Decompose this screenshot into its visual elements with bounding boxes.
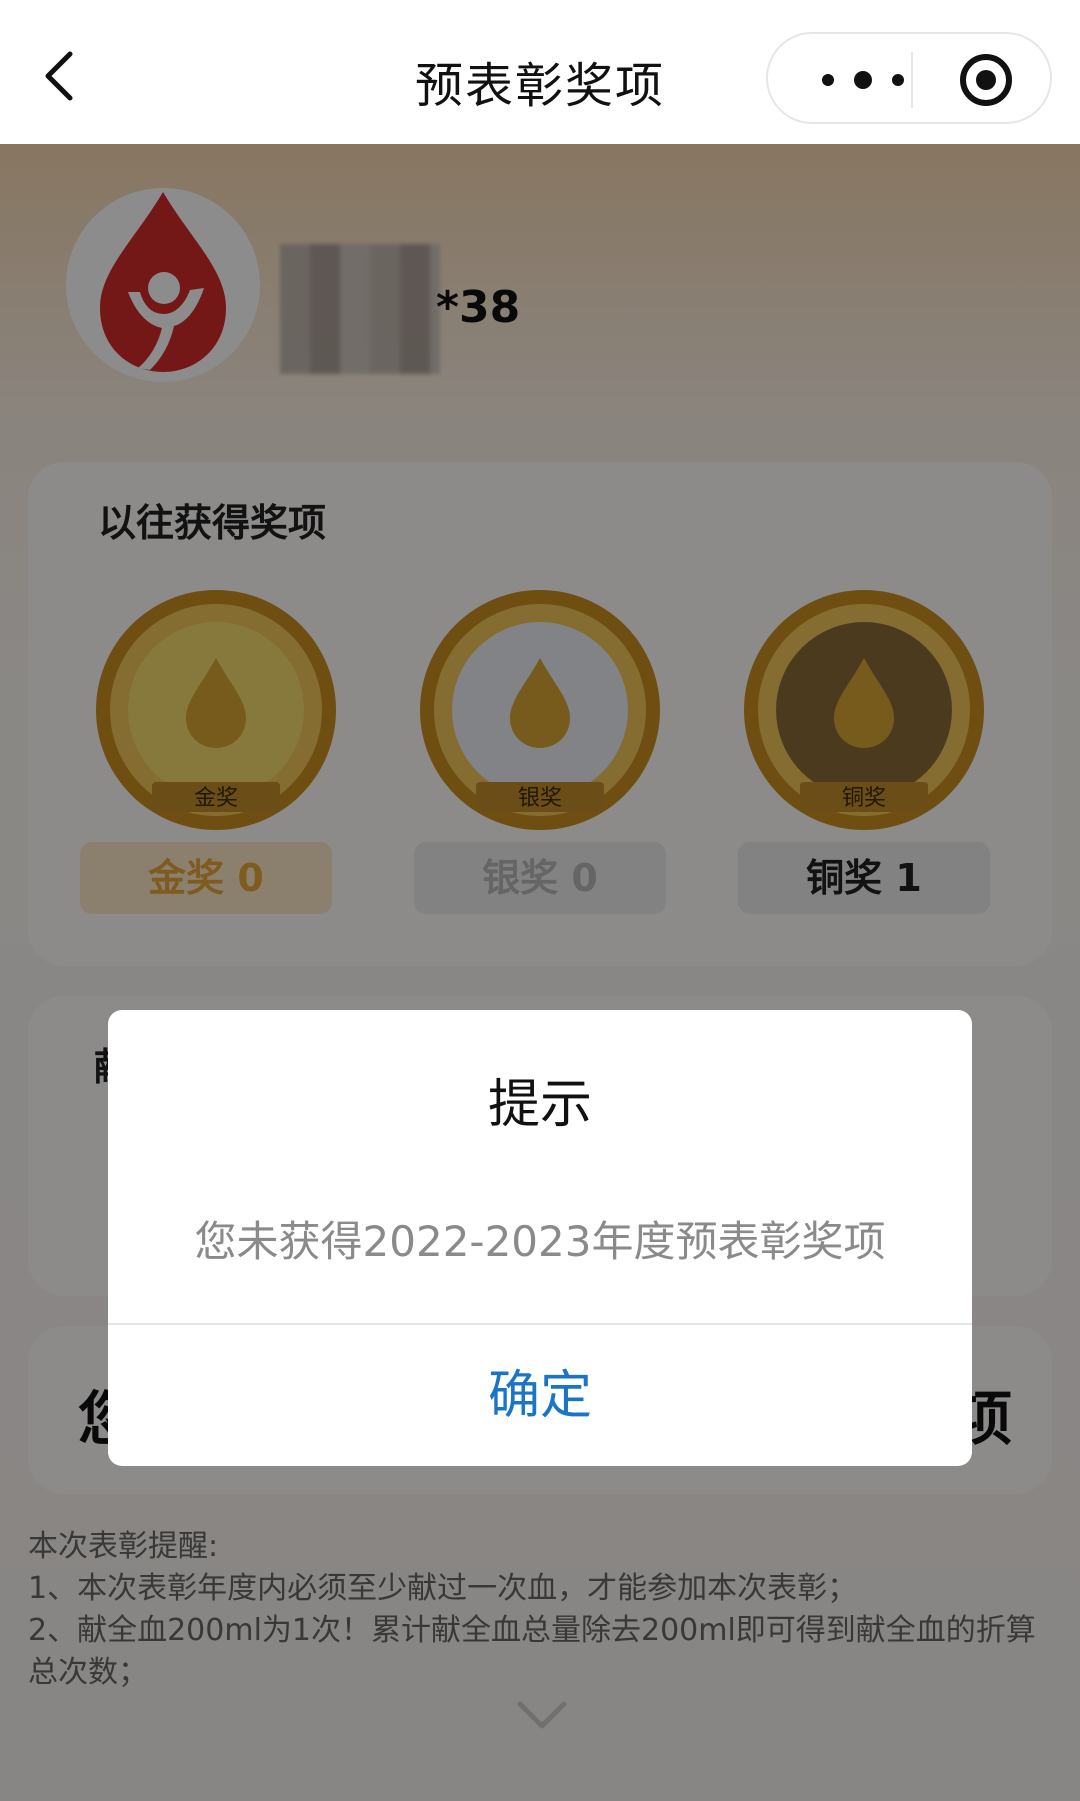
modal-overlay[interactable] xyxy=(0,144,1080,1801)
target-circle-icon[interactable] xyxy=(958,52,1014,108)
dialog-divider xyxy=(108,1323,972,1325)
mini-program-capsule xyxy=(766,32,1052,124)
more-dots-icon[interactable] xyxy=(808,60,918,100)
nav-bar: 预表彰奖项 xyxy=(0,0,1080,144)
alert-dialog: 提示 您未获得2022-2023年度预表彰奖项 确定 xyxy=(108,1010,972,1466)
confirm-button[interactable]: 确定 xyxy=(108,1326,972,1466)
capsule-divider xyxy=(911,52,913,108)
dialog-title: 提示 xyxy=(487,1075,592,1135)
dialog-message: 您未获得2022-2023年度预表彰奖项 xyxy=(194,1217,886,1266)
